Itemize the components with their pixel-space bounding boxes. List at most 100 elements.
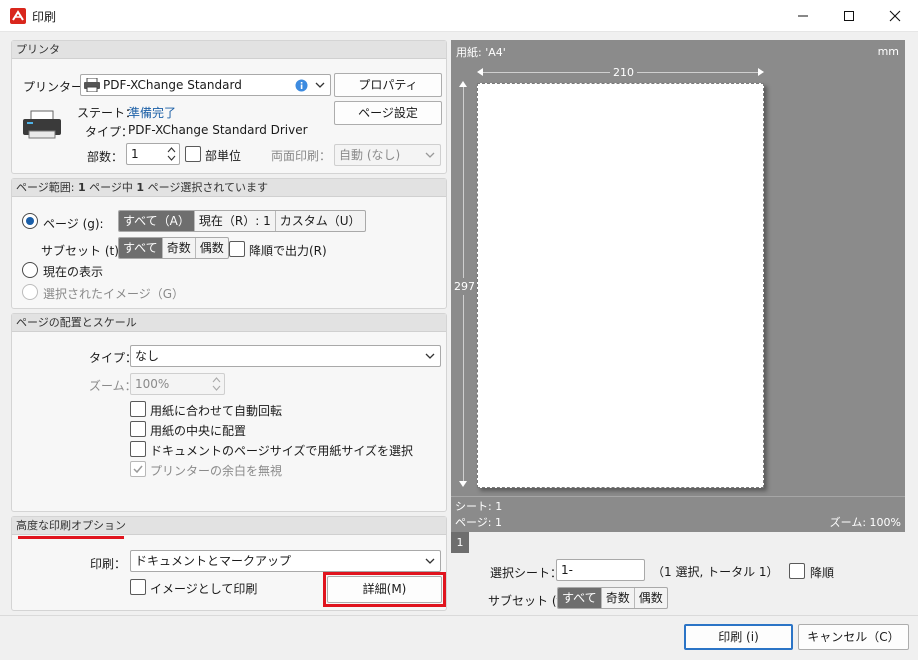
chevron-down-icon (425, 152, 435, 158)
close-icon (889, 10, 901, 22)
copies-stepper[interactable]: 1 (126, 143, 180, 165)
print-content-label: 印刷： (90, 557, 127, 571)
pages-radio-label: ページ (g): (43, 217, 104, 231)
printer-group-header: プリンタ (12, 41, 446, 59)
printer-device-icon (23, 110, 61, 139)
zoom-value: 100% (135, 377, 170, 391)
minimize-button[interactable] (780, 0, 826, 32)
collate-checkbox[interactable] (185, 146, 201, 162)
auto-rotate-checkbox[interactable] (130, 401, 146, 417)
print-content-select[interactable]: ドキュメントとマークアップ (130, 550, 441, 572)
zoom-info: ズーム: 100% (829, 516, 901, 529)
layout-scale-header: ページの配置とスケール (12, 314, 446, 332)
printer-icon (84, 78, 100, 92)
page-range-header: ページ範囲: 1 ページ中 1 ページ選択されています (12, 179, 446, 197)
pages-segment-all[interactable]: すべて（A） (119, 211, 195, 231)
sheet-reverse-label: 降順 (810, 566, 835, 580)
window-title: 印刷 (32, 10, 57, 24)
pages-radio[interactable] (22, 213, 38, 229)
checkmark-icon (133, 465, 143, 474)
ruler-arrow-down-icon (459, 481, 467, 487)
select-sheet-input[interactable]: 1- (556, 559, 645, 581)
subset-segmented-control[interactable]: すべて 奇数 偶数 (118, 237, 229, 259)
reverse-order-label: 降順で出力(R) (249, 244, 327, 258)
select-sheet-label: 選択シート： (490, 566, 563, 580)
layout-type-value: なし (135, 349, 160, 363)
center-on-paper-checkbox[interactable] (130, 421, 146, 437)
center-on-paper-label: 用紙の中央に配置 (150, 424, 247, 438)
sheet-subset-odd[interactable]: 奇数 (602, 588, 635, 608)
copies-label: 部数： (87, 150, 124, 164)
printer-select[interactable]: PDF-XChange Standard (80, 74, 331, 96)
page-range-header-count: 1 (77, 181, 86, 194)
layout-scale-group: ページの配置とスケール タイプ： なし ズーム： 100% 用紙に合わせて自動回… (11, 313, 447, 512)
print-preview-pane[interactable]: 用紙: 'A4' mm 210 297 シート: 1 ページ: 1 ズーム: 1… (451, 40, 905, 553)
pages-segmented-control[interactable]: すべて（A） 現在（R）: 1 カスタム（U） (118, 210, 366, 232)
footer-divider (0, 615, 918, 616)
cancel-button[interactable]: キャンセル（C） (798, 624, 909, 650)
pages-segment-custom[interactable]: カスタム（U） (276, 211, 365, 231)
page-range-header-suffix: ページ選択されています (144, 181, 269, 194)
preview-paper-sheet (477, 83, 764, 488)
print-as-image-label: イメージとして印刷 (150, 582, 258, 596)
type-value: PDF-XChange Standard Driver (128, 123, 308, 137)
sheet-subset-even[interactable]: 偶数 (635, 588, 667, 608)
title-bar: 印刷 (0, 0, 918, 32)
page-range-header-mid: ページ中 (85, 181, 137, 194)
duplex-value: 自動 (なし) (339, 148, 401, 162)
unit-label: mm (877, 45, 899, 58)
advanced-options-header: 高度な印刷オプション (12, 517, 446, 535)
auto-rotate-label: 用紙に合わせて自動回転 (150, 404, 283, 418)
sheet-reverse-checkbox[interactable] (789, 563, 805, 579)
subset-segment-all[interactable]: すべて (119, 238, 163, 258)
close-button[interactable] (872, 0, 918, 32)
collate-label: 部単位 (205, 149, 242, 163)
current-view-radio[interactable] (22, 262, 38, 278)
minimize-icon (798, 15, 808, 17)
subset-segment-even[interactable]: 偶数 (196, 238, 228, 258)
print-content-value: ドキュメントとマークアップ (135, 554, 292, 568)
pages-segment-current[interactable]: 現在（R）: 1 (195, 211, 276, 231)
duplex-label: 両面印刷： (271, 149, 332, 163)
info-icon[interactable] (295, 79, 308, 92)
print-as-image-checkbox[interactable] (130, 579, 146, 595)
chevron-down-icon (425, 353, 435, 359)
preview-divider (451, 496, 905, 497)
copies-value: 1 (131, 147, 139, 161)
ruler-arrow-left-icon (477, 68, 483, 76)
properties-button[interactable]: プロパティ (334, 73, 442, 97)
page-setup-button[interactable]: ページ設定 (334, 101, 442, 125)
sheet-info: シート: 1 (455, 500, 503, 513)
print-button[interactable]: 印刷 (i) (684, 624, 793, 650)
stepper-arrows-icon[interactable] (167, 146, 176, 162)
subset-segment-odd[interactable]: 奇数 (163, 238, 196, 258)
sheet-subset-segmented-control[interactable]: すべて 奇数 偶数 (557, 587, 668, 609)
details-button[interactable]: 詳細(M) (327, 576, 442, 603)
paper-size-label: 用紙: 'A4' (456, 46, 506, 59)
maximize-icon (844, 11, 854, 21)
choose-paper-size-checkbox[interactable] (130, 441, 146, 457)
maximize-button[interactable] (826, 0, 872, 32)
page-thumbnail-1[interactable]: 1 (451, 532, 469, 553)
sheet-selection-info: （1 選択, トータル 1） (652, 565, 779, 579)
chevron-down-icon (425, 558, 435, 564)
page-thumbnail-strip[interactable]: 1 (451, 532, 905, 553)
red-underline-annotation (18, 536, 124, 539)
selected-image-label: 選択されたイメージ（G） (43, 287, 185, 301)
layout-type-select[interactable]: なし (130, 345, 441, 367)
reverse-order-checkbox[interactable] (229, 241, 245, 257)
paper-height-value: 297 (454, 278, 475, 295)
advanced-options-group: 高度な印刷オプション 印刷： ドキュメントとマークアップ イメージとして印刷 詳… (11, 516, 447, 611)
selected-image-radio[interactable] (22, 284, 38, 300)
zoom-stepper[interactable]: 100% (130, 373, 225, 395)
page-range-group: ページ範囲: 1 ページ中 1 ページ選択されています ページ (g): すべて… (11, 178, 447, 309)
stepper-arrows-icon[interactable] (212, 376, 221, 392)
chevron-down-icon (315, 82, 325, 88)
duplex-select[interactable]: 自動 (なし) (334, 144, 441, 166)
page-range-header-prefix: ページ範囲: (16, 181, 78, 194)
page-range-header-selected: 1 (136, 181, 145, 194)
sheet-subset-all[interactable]: すべて (558, 588, 602, 608)
printer-select-value: PDF-XChange Standard (103, 78, 242, 92)
ignore-margins-checkbox[interactable] (130, 461, 146, 477)
select-sheet-value: 1- (561, 563, 573, 577)
